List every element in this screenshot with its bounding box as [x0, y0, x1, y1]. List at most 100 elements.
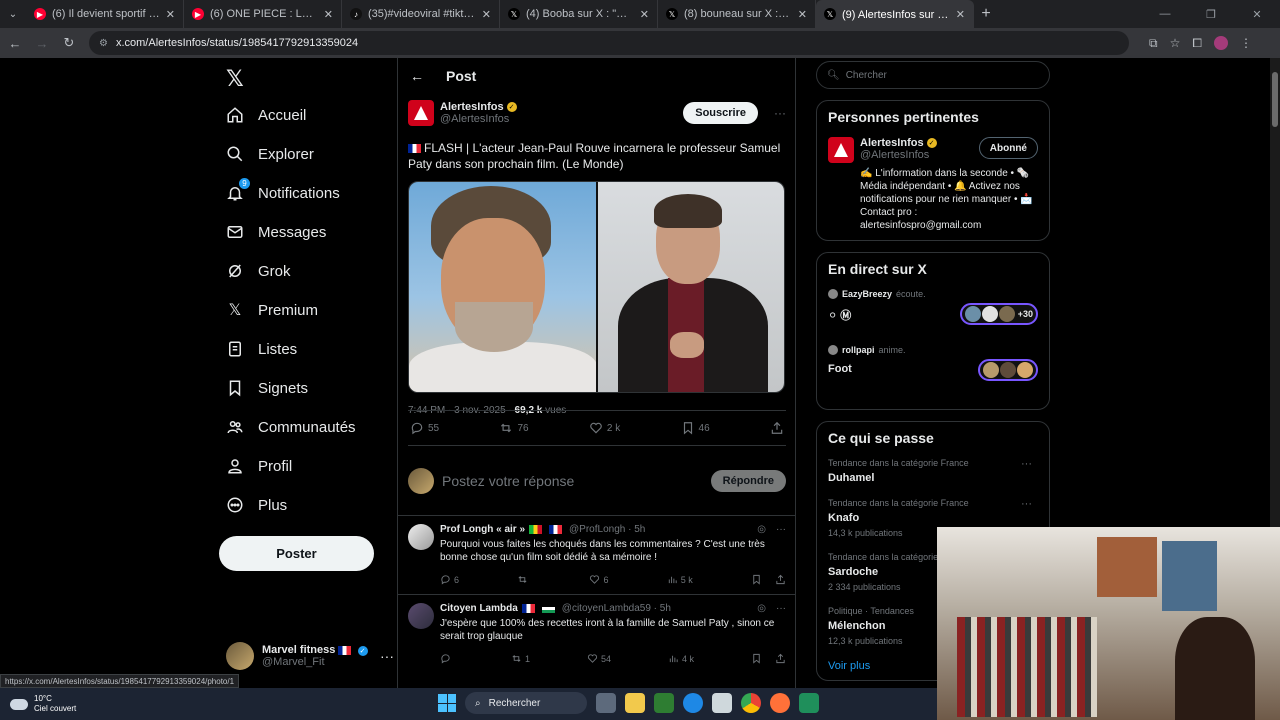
like-action[interactable]: 54 [587, 653, 611, 664]
following-button[interactable]: Abonné [978, 137, 1038, 159]
browser-tab[interactable]: ▶ (6) ONE PIECE : LA PRISON D'E… ✕ [184, 0, 342, 28]
browser-tab[interactable]: 𝕏 (4) Booba sur X : "@KaarisOffic… ✕ [500, 0, 658, 28]
more-icon[interactable]: ··· [774, 106, 786, 120]
repost-action[interactable]: 1 [511, 653, 530, 664]
like-action[interactable]: 6 [589, 574, 609, 585]
avatar[interactable] [408, 603, 434, 629]
site-info-icon[interactable]: ⚙ [99, 38, 108, 49]
grok-icon[interactable]: ◎ [757, 603, 766, 614]
minimize-icon[interactable]: — [1142, 0, 1188, 28]
reply-action[interactable] [440, 653, 454, 664]
post-button[interactable]: Poster [219, 536, 374, 571]
chrome-icon[interactable] [741, 693, 761, 713]
sidebar-item-bookmarks[interactable]: Signets [226, 379, 308, 397]
photo-samuel-paty[interactable] [596, 182, 784, 392]
more-icon[interactable]: ··· [1021, 458, 1032, 470]
xbox-icon[interactable] [654, 693, 674, 713]
reply-action[interactable]: 6 [440, 574, 459, 585]
share-icon[interactable] [775, 653, 786, 664]
share-icon[interactable] [775, 574, 786, 585]
bookmark-action[interactable] [751, 574, 786, 585]
extensions-icon[interactable]: ⧠ [1192, 36, 1202, 51]
share-action[interactable] [770, 421, 784, 435]
repost-action[interactable] [517, 574, 531, 585]
related-user[interactable]: AlertesInfos ✓ @AlertesInfos Abonné [828, 137, 1038, 163]
close-window-icon[interactable]: ✕ [1234, 0, 1280, 28]
reply-input[interactable]: Postez votre réponse [442, 473, 574, 489]
browser-tab-active[interactable]: 𝕏 (9) AlertesInfos sur X : "🇫🇷 FLASH… ✕ [816, 0, 974, 28]
repost-action[interactable]: 76 [499, 421, 529, 435]
x-logo-icon[interactable]: 𝕏 [226, 66, 244, 92]
new-tab-button[interactable]: + [974, 5, 998, 23]
author-handle[interactable]: @AlertesInfos [440, 113, 517, 125]
back-icon[interactable]: ← [3, 36, 27, 51]
reply-tweet[interactable]: Prof Longh « air » @ProfLongh · 5h ◎ ··· … [398, 515, 796, 585]
menu-icon[interactable]: ⋮ [1240, 36, 1252, 51]
subscribe-button[interactable]: Souscrire [683, 102, 758, 124]
sidebar-item-communities[interactable]: Communautés [226, 418, 356, 436]
sidebar-item-explore[interactable]: Explorer [226, 145, 314, 163]
live-space-item[interactable]: EazyBreezy écoute. ⚪ Ⓜ +30 [828, 289, 1038, 331]
close-icon[interactable]: ✕ [956, 8, 965, 21]
reply-author-name[interactable]: Citoyen Lambda [440, 603, 518, 614]
browser-tab[interactable]: ▶ (6) Il devient sportif de haut ni… ✕ [26, 0, 184, 28]
sidebar-item-grok[interactable]: Grok [226, 262, 291, 280]
search-input[interactable]: Chercher [846, 70, 887, 81]
more-icon[interactable]: ··· [380, 648, 394, 664]
tab-search-button[interactable]: ⌄ [0, 0, 26, 28]
alertesinfos-logo[interactable] [408, 100, 434, 126]
sidebar-item-profile[interactable]: Profil [226, 457, 292, 475]
restore-icon[interactable]: ❐ [1188, 0, 1234, 28]
reply-action[interactable]: 55 [410, 421, 439, 435]
sidebar-item-lists[interactable]: Listes [226, 340, 297, 358]
task-view-icon[interactable] [596, 693, 616, 713]
reply-author-name[interactable]: Prof Longh « air » [440, 524, 525, 535]
sidebar-item-home[interactable]: Accueil [226, 106, 306, 124]
sidebar-item-messages[interactable]: Messages [226, 223, 326, 241]
app-icon[interactable] [799, 693, 819, 713]
more-icon[interactable]: ··· [1021, 498, 1032, 510]
search-box[interactable]: 🔍︎ Chercher [816, 61, 1050, 89]
taskbar-search[interactable]: ⌕ Rechercher [465, 692, 587, 714]
like-action[interactable]: 2 k [589, 421, 620, 435]
store-icon[interactable] [712, 693, 732, 713]
reply-tweet[interactable]: Citoyen Lambda @citoyenLambda59 · 5h ◎ ··… [398, 594, 796, 664]
more-icon[interactable]: ··· [776, 603, 786, 614]
related-user-name-text[interactable]: AlertesInfos [860, 137, 924, 149]
install-app-icon[interactable]: ⧉ [1149, 36, 1158, 51]
forward-icon[interactable]: → [30, 36, 54, 51]
close-icon[interactable]: ✕ [166, 8, 175, 21]
back-arrow-icon[interactable]: ← [410, 68, 424, 84]
close-icon[interactable]: ✕ [324, 8, 333, 21]
avatar[interactable] [408, 524, 434, 550]
close-icon[interactable]: ✕ [640, 8, 649, 21]
file-explorer-icon[interactable] [625, 693, 645, 713]
close-icon[interactable]: ✕ [482, 8, 491, 21]
browser-tab[interactable]: 𝕏 (8) bouneau sur X : "@booba M… ✕ [658, 0, 816, 28]
sidebar-item-premium[interactable]: 𝕏 Premium [226, 301, 318, 320]
address-bar[interactable]: ⚙ x.com/AlertesInfos/status/198541779291… [89, 31, 1129, 55]
reload-icon[interactable]: ↻ [57, 35, 81, 51]
reply-button[interactable]: Répondre [710, 470, 786, 492]
grok-icon[interactable]: ◎ [757, 524, 766, 535]
live-space-item[interactable]: rollpapi anime. Foot [828, 345, 1038, 387]
sidebar-item-notifications[interactable]: 9 Notifications [226, 178, 340, 202]
browser-tab[interactable]: ♪ (35)#videoviral #tiktokviral #ha… ✕ [342, 0, 500, 28]
bookmark-action[interactable] [751, 653, 786, 664]
bookmark-star-icon[interactable]: ☆ [1170, 36, 1181, 51]
trend-item[interactable]: Tendance dans la catégorie France Duhame… [828, 458, 1038, 484]
profile-avatar[interactable] [1213, 35, 1228, 50]
firefox-icon[interactable] [770, 693, 790, 713]
tweet-media[interactable] [408, 181, 785, 393]
weather-widget[interactable]: 10°C Ciel couvert [10, 694, 76, 714]
views-action[interactable]: 4 k [668, 653, 694, 664]
windows-start-icon[interactable] [438, 694, 456, 712]
bookmark-action[interactable]: 46 [681, 421, 710, 435]
author-name-text[interactable]: AlertesInfos [440, 101, 504, 113]
edge-icon[interactable] [683, 693, 703, 713]
photo-jean-paul-rouve[interactable] [409, 182, 597, 392]
alertesinfos-logo[interactable] [828, 137, 854, 163]
account-switcher[interactable]: Marvel fitness ✓ @Marvel_Fit ··· [226, 642, 394, 670]
views-action[interactable]: 5 k [667, 574, 693, 585]
close-icon[interactable]: ✕ [798, 8, 807, 21]
